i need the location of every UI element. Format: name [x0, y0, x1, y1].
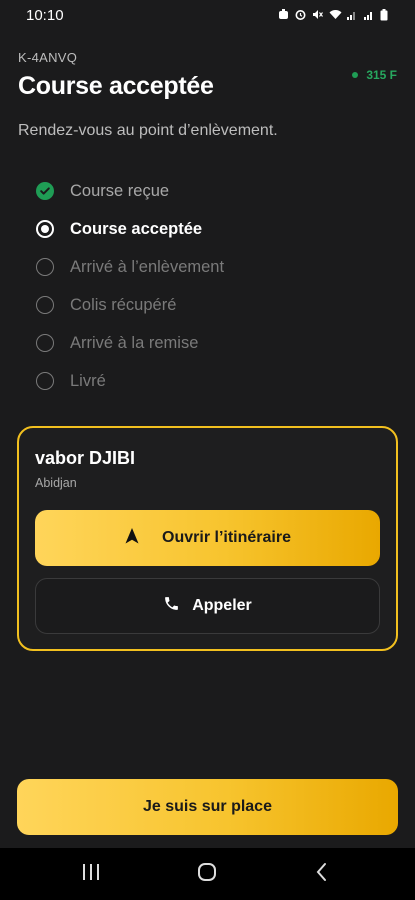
radio-empty-icon	[36, 296, 54, 314]
step-label: Course reçue	[70, 181, 170, 200]
recents-icon	[81, 863, 101, 886]
arrived-button[interactable]: Je suis sur place	[17, 779, 398, 835]
mute-icon	[312, 9, 323, 20]
home-icon	[197, 862, 217, 887]
radio-empty-icon	[36, 258, 54, 276]
system-nav-bar	[0, 848, 415, 900]
pickup-contact-card: vabor DJIBI Abidjan Ouvrir l’itinéraire …	[17, 426, 398, 651]
step-arrive-remise: Arrivé à la remise	[36, 324, 224, 362]
contact-city: Abidjan	[35, 476, 77, 490]
navigation-arrow-icon	[124, 527, 140, 550]
step-label: Arrivé à l’enlèvement	[70, 257, 225, 276]
call-label: Appeler	[192, 597, 252, 614]
screen: 10:10 K-4ANVQ Course acceptée 315 F Rend…	[0, 0, 415, 900]
price-text: 315 F	[366, 68, 397, 82]
step-arrive-enlevement: Arrivé à l’enlèvement	[36, 248, 224, 286]
home-button[interactable]	[192, 862, 222, 886]
page-title: Course acceptée	[18, 72, 214, 100]
back-button[interactable]	[307, 862, 337, 886]
alarm-badge-icon	[278, 9, 289, 20]
progress-steps: Course reçue Course acceptée Arrivé à l’…	[36, 172, 224, 400]
step-colis-recupere: Colis récupéré	[36, 286, 224, 324]
back-chevron-icon	[315, 862, 329, 887]
wifi-icon	[329, 9, 342, 20]
step-label: Course acceptée	[70, 219, 203, 238]
online-dot-icon	[352, 72, 359, 78]
step-label: Colis récupéré	[70, 295, 177, 314]
signal-icon	[346, 9, 357, 20]
step-label: Livré	[70, 371, 106, 390]
step-livre: Livré	[36, 362, 224, 400]
radio-empty-icon	[36, 334, 54, 352]
signal-icon-2	[363, 9, 374, 20]
radio-selected-icon	[36, 220, 54, 238]
status-bar: 10:10	[0, 0, 415, 32]
call-button[interactable]: Appeler	[35, 578, 380, 634]
battery-icon	[380, 9, 391, 21]
recents-button[interactable]	[76, 862, 106, 886]
arrived-label: Je suis sur place	[143, 798, 272, 815]
open-route-label: Ouvrir l’itinéraire	[162, 529, 291, 546]
open-route-button[interactable]: Ouvrir l’itinéraire	[35, 510, 380, 566]
status-time: 10:10	[26, 7, 64, 24]
alarm-clock-icon	[295, 9, 306, 20]
phone-icon	[163, 595, 180, 617]
order-code: K-4ANVQ	[18, 50, 78, 65]
price-badge: 315 F	[352, 68, 397, 82]
step-label: Arrivé à la remise	[70, 333, 199, 352]
status-icons	[278, 9, 391, 21]
check-circle-icon	[36, 182, 54, 200]
radio-empty-icon	[36, 372, 54, 390]
subtitle: Rendez-vous au point d’enlèvement.	[18, 122, 278, 139]
contact-name: vabor DJIBI	[35, 448, 136, 468]
step-course-acceptee: Course acceptée	[36, 210, 224, 248]
step-course-recue: Course reçue	[36, 172, 224, 210]
